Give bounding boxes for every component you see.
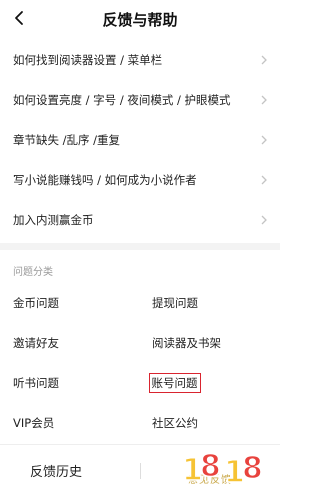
faq-item-brightness[interactable]: 如何设置亮度 / 字号 / 夜间模式 / 护眼模式: [0, 80, 280, 120]
bottom-divider: [140, 463, 141, 479]
feedback-history-button[interactable]: 反馈历史: [30, 461, 82, 480]
category-label: 社区公约: [152, 416, 198, 430]
bottom-bar: 反馈历史 意见反馈: [0, 444, 280, 500]
chevron-right-icon: [261, 55, 267, 65]
category-vip[interactable]: VIP会员: [13, 403, 54, 443]
faq-item-label: 如何找到阅读器设置 / 菜单栏: [13, 53, 163, 67]
faq-item-label: 加入内测赢金币: [13, 213, 94, 227]
chevron-right-icon: [261, 135, 267, 145]
page-title: 反馈与帮助: [102, 11, 178, 29]
category-reader-bookshelf[interactable]: 阅读器及书架: [152, 323, 221, 363]
category-label: 听书问题: [13, 376, 59, 390]
category-row: 听书问题 账号问题: [0, 363, 280, 403]
faq-item-label: 章节缺失 /乱序 /重复: [13, 133, 121, 147]
category-row: 金币问题 提现问题: [0, 283, 280, 323]
category-audiobook[interactable]: 听书问题: [13, 363, 59, 403]
feedback-button[interactable]: 意见反馈: [188, 471, 232, 486]
category-section-title: 问题分类: [13, 267, 53, 278]
chevron-right-icon: [261, 175, 267, 185]
category-account[interactable]: 账号问题: [148, 363, 201, 403]
header-bar: 反馈与帮助: [0, 0, 280, 40]
faq-list: 如何找到阅读器设置 / 菜单栏 如何设置亮度 / 字号 / 夜间模式 / 护眼模…: [0, 40, 280, 240]
category-label: 金币问题: [13, 296, 59, 310]
chevron-right-icon: [261, 215, 267, 225]
category-label: 邀请好友: [13, 336, 59, 350]
category-community-rules[interactable]: 社区公约: [152, 403, 198, 443]
faq-item-chapter-missing[interactable]: 章节缺失 /乱序 /重复: [0, 120, 280, 160]
category-row: 邀请好友 阅读器及书架: [0, 323, 280, 363]
category-label-highlighted: 账号问题: [148, 373, 201, 393]
faq-item-label: 如何设置亮度 / 字号 / 夜间模式 / 护眼模式: [13, 93, 231, 107]
category-row: VIP会员 社区公约: [0, 403, 280, 443]
faq-item-label: 写小说能赚钱吗 / 如何成为小说作者: [13, 173, 197, 187]
category-withdrawal[interactable]: 提现问题: [152, 283, 198, 323]
faq-item-reader-settings[interactable]: 如何找到阅读器设置 / 菜单栏: [0, 40, 280, 80]
chevron-right-icon: [261, 95, 267, 105]
category-label: 提现问题: [152, 296, 198, 310]
category-invite-friends[interactable]: 邀请好友: [13, 323, 59, 363]
category-label: 阅读器及书架: [152, 336, 221, 350]
faq-item-become-author[interactable]: 写小说能赚钱吗 / 如何成为小说作者: [0, 160, 280, 200]
section-divider: [0, 243, 280, 250]
category-label: VIP会员: [13, 416, 55, 430]
faq-item-beta-coins[interactable]: 加入内测赢金币: [0, 200, 280, 240]
category-grid: 金币问题 提现问题 邀请好友 阅读器及书架 听书问题 账号问题 VIP会员 社区…: [0, 283, 280, 443]
category-coins[interactable]: 金币问题: [13, 283, 59, 323]
